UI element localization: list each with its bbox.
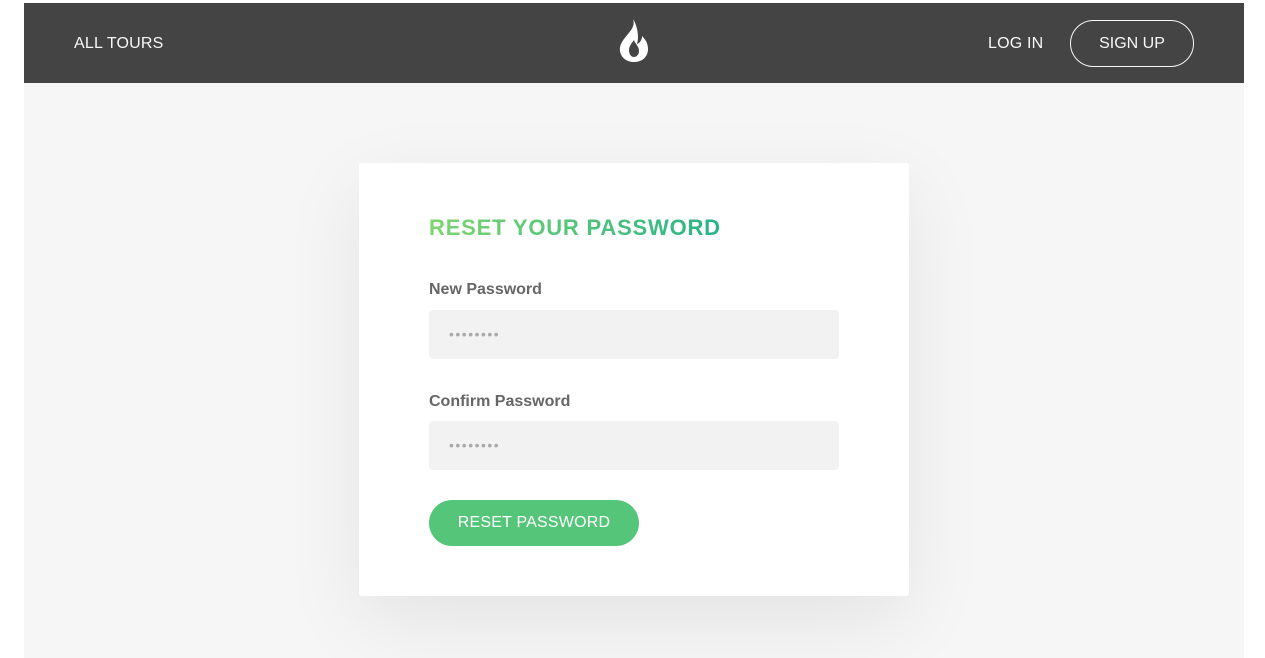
confirm-password-label: Confirm Password — [429, 393, 571, 410]
confirm-password-input[interactable]: •••••••• — [429, 421, 839, 470]
page: ALL TOURS LOG IN SIGN UP RESET YOUR PASS… — [24, 3, 1244, 658]
confirm-password-value: •••••••• — [449, 437, 501, 453]
reset-password-button[interactable]: RESET PASSWORD — [429, 500, 639, 546]
reset-password-card: RESET YOUR PASSWORD New Password •••••••… — [359, 163, 909, 596]
login-link[interactable]: LOG IN — [988, 35, 1043, 53]
signup-button[interactable]: SIGN UP — [1070, 20, 1194, 67]
new-password-label: New Password — [429, 281, 542, 298]
page-title: RESET YOUR PASSWORD — [429, 215, 721, 240]
new-password-input[interactable]: •••••••• — [429, 310, 839, 359]
all-tours-link[interactable]: ALL TOURS — [74, 35, 164, 53]
flame-logo-icon[interactable] — [616, 17, 652, 63]
new-password-value: •••••••• — [449, 326, 501, 342]
top-navigation-bar: ALL TOURS LOG IN SIGN UP — [24, 3, 1244, 83]
